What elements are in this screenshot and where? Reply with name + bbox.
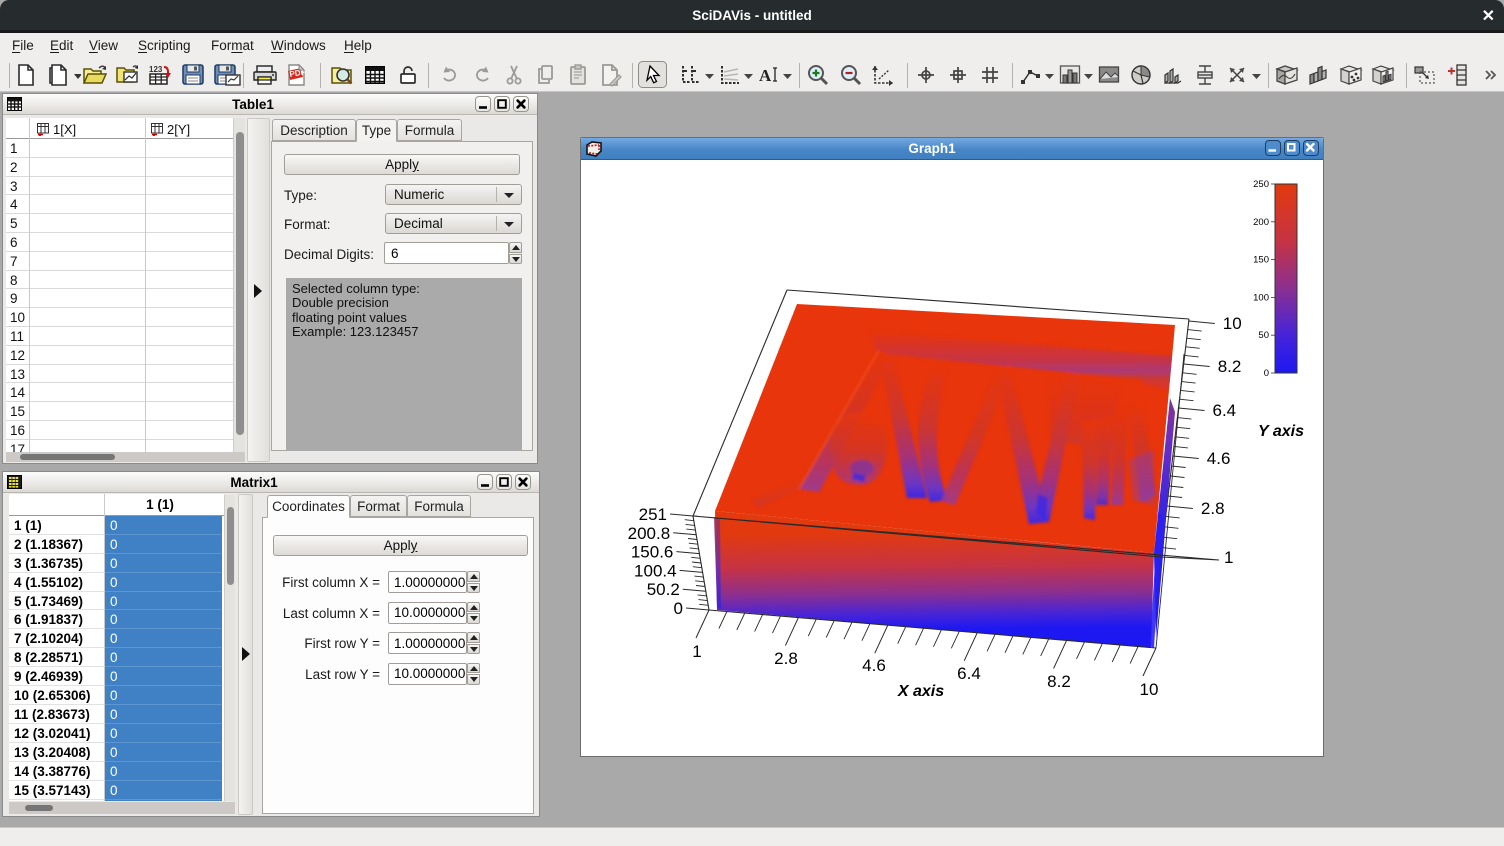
svg-text:1: 1 <box>692 642 701 661</box>
svg-text:200: 200 <box>1253 217 1269 228</box>
svg-text:1: 1 <box>1224 548 1233 567</box>
svg-text:0: 0 <box>674 599 683 618</box>
svg-text:8.2: 8.2 <box>1218 357 1242 376</box>
svg-text:Y axis: Y axis <box>1258 423 1304 440</box>
svg-text:2.8: 2.8 <box>774 649 798 668</box>
svg-text:100: 100 <box>1253 292 1269 303</box>
svg-text:10: 10 <box>1140 680 1159 699</box>
svg-text:100.4: 100.4 <box>634 561 677 580</box>
svg-text:50.2: 50.2 <box>647 580 680 599</box>
svg-text:A: A <box>759 66 772 85</box>
svg-text:10: 10 <box>1223 314 1242 333</box>
svg-text:150.6: 150.6 <box>631 543 674 562</box>
svg-text:0: 0 <box>1264 368 1269 379</box>
svg-text:6.4: 6.4 <box>957 664 981 683</box>
svg-text:6.4: 6.4 <box>1213 401 1237 420</box>
svg-text:2.8: 2.8 <box>1201 499 1225 518</box>
svg-text:251: 251 <box>639 505 667 524</box>
svg-text:4.6: 4.6 <box>862 656 886 675</box>
svg-text:50: 50 <box>1258 330 1269 341</box>
svg-text:200.8: 200.8 <box>628 524 671 543</box>
svg-text:X axis: X axis <box>897 683 944 700</box>
svg-text:8.2: 8.2 <box>1047 672 1071 691</box>
svg-text:150: 150 <box>1253 255 1269 266</box>
svg-text:250: 250 <box>1253 179 1269 190</box>
svg-text:123: 123 <box>149 65 163 74</box>
svg-text:4.6: 4.6 <box>1207 449 1231 468</box>
